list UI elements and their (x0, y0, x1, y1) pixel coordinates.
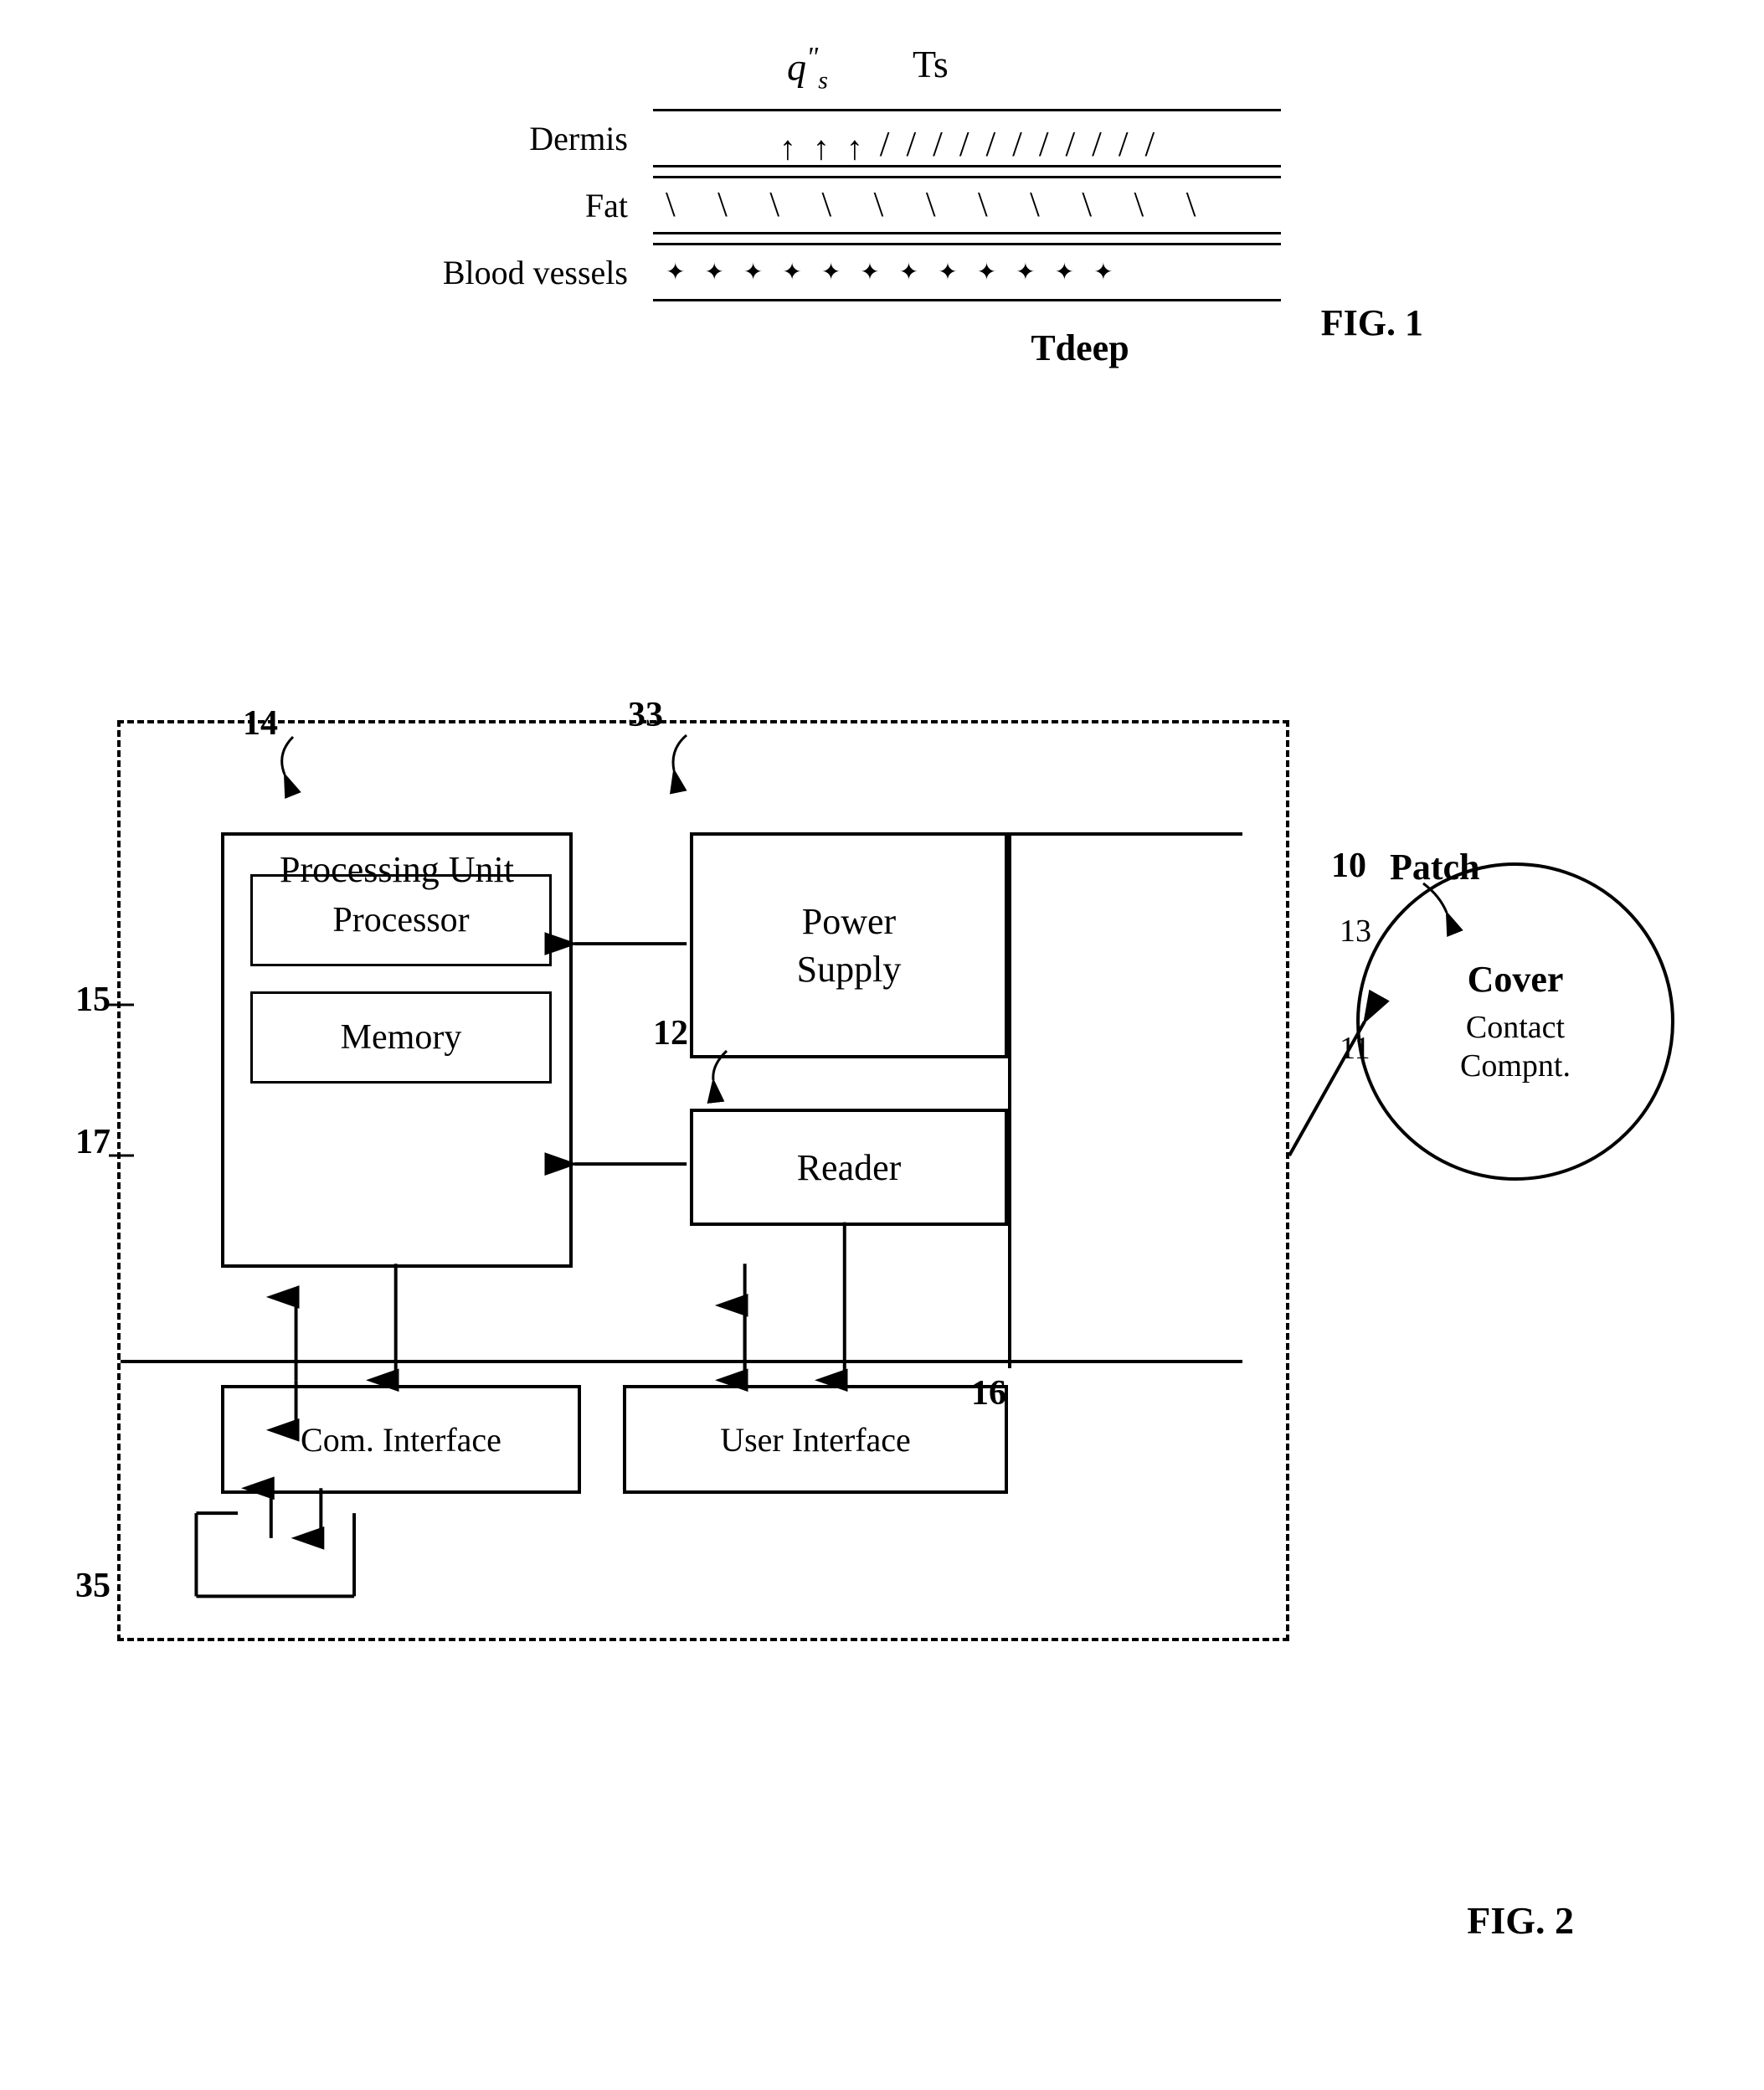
bottom-divider (121, 1360, 1008, 1363)
heat-flux-label: q"s (787, 42, 828, 95)
reader-box: Reader (690, 1109, 1008, 1226)
fig1-diagram: q"s Ts Dermis ↑ ↑ ↑ / / / / / / / / (167, 33, 1507, 369)
right-divider-h1 (1008, 832, 1242, 836)
ref-17: 17 (75, 1122, 111, 1162)
ref-35: 35 (75, 1566, 111, 1606)
dermis-visual: ↑ ↑ ↑ / / / / / / / / / / / (653, 109, 1281, 167)
outer-device-box: Processing Unit Processor Memory PowerSu… (117, 720, 1289, 1641)
blood-label: Blood vessels (419, 253, 653, 292)
arrow-1: ↑ (779, 131, 796, 165)
user-interface-label: User Interface (720, 1420, 911, 1459)
memory-label: Memory (341, 1017, 462, 1058)
blood-layer: Blood vessels ✦ ✦ ✦ ✦ ✦ ✦ ✦ ✦ ✦ ✦ ✦ ✦ (419, 243, 1507, 301)
arrow-2: ↑ (813, 131, 830, 165)
arrow-3: ↑ (846, 131, 863, 165)
contact-label: ContactCompnt. (1460, 1009, 1571, 1085)
right-divider (1008, 832, 1011, 1368)
processor-label: Processor (332, 900, 469, 940)
power-supply-box: PowerSupply (690, 832, 1008, 1058)
processor-box: Processor (250, 874, 552, 966)
fat-layer: Fat \ \ \ \ \ \ \ \ \ \ \ (419, 176, 1507, 234)
user-interface-box: User Interface (623, 1385, 1008, 1494)
reader-label: Reader (797, 1146, 902, 1189)
patch-circle: Cover ContactCompnt. (1356, 862, 1674, 1181)
power-supply-title: PowerSupply (797, 898, 902, 993)
ts-label: Ts (913, 42, 949, 86)
fat-visual: \ \ \ \ \ \ \ \ \ \ \ (653, 176, 1281, 234)
ref-13-num: 13 (1340, 913, 1371, 950)
dermis-layer: Dermis ↑ ↑ ↑ / / / / / / / / / / / (419, 109, 1507, 167)
fig2-diagram: 14 15 17 33 12 16 35 10 13 11 (50, 653, 1725, 2010)
com-interface-label: Com. Interface (301, 1420, 501, 1459)
ref-10: 10 (1331, 846, 1366, 886)
fat-label: Fat (419, 186, 653, 225)
fig1-label: FIG. 1 (1321, 301, 1423, 344)
cover-label: Cover (1468, 958, 1564, 1001)
dermis-label: Dermis (419, 119, 653, 158)
fat-slashes: \ \ \ \ \ \ \ \ \ \ \ (666, 185, 1212, 225)
com-interface-box: Com. Interface (221, 1385, 581, 1494)
fig2-label: FIG. 2 (1467, 1898, 1574, 1943)
right-divider-h2 (1008, 1360, 1242, 1363)
memory-box: Memory (250, 991, 552, 1084)
ref-15: 15 (75, 980, 111, 1020)
blood-visual: ✦ ✦ ✦ ✦ ✦ ✦ ✦ ✦ ✦ ✦ ✦ ✦ (653, 243, 1281, 301)
blood-dots: ✦ ✦ ✦ ✦ ✦ ✦ ✦ ✦ ✦ ✦ ✦ ✦ (666, 258, 1120, 286)
